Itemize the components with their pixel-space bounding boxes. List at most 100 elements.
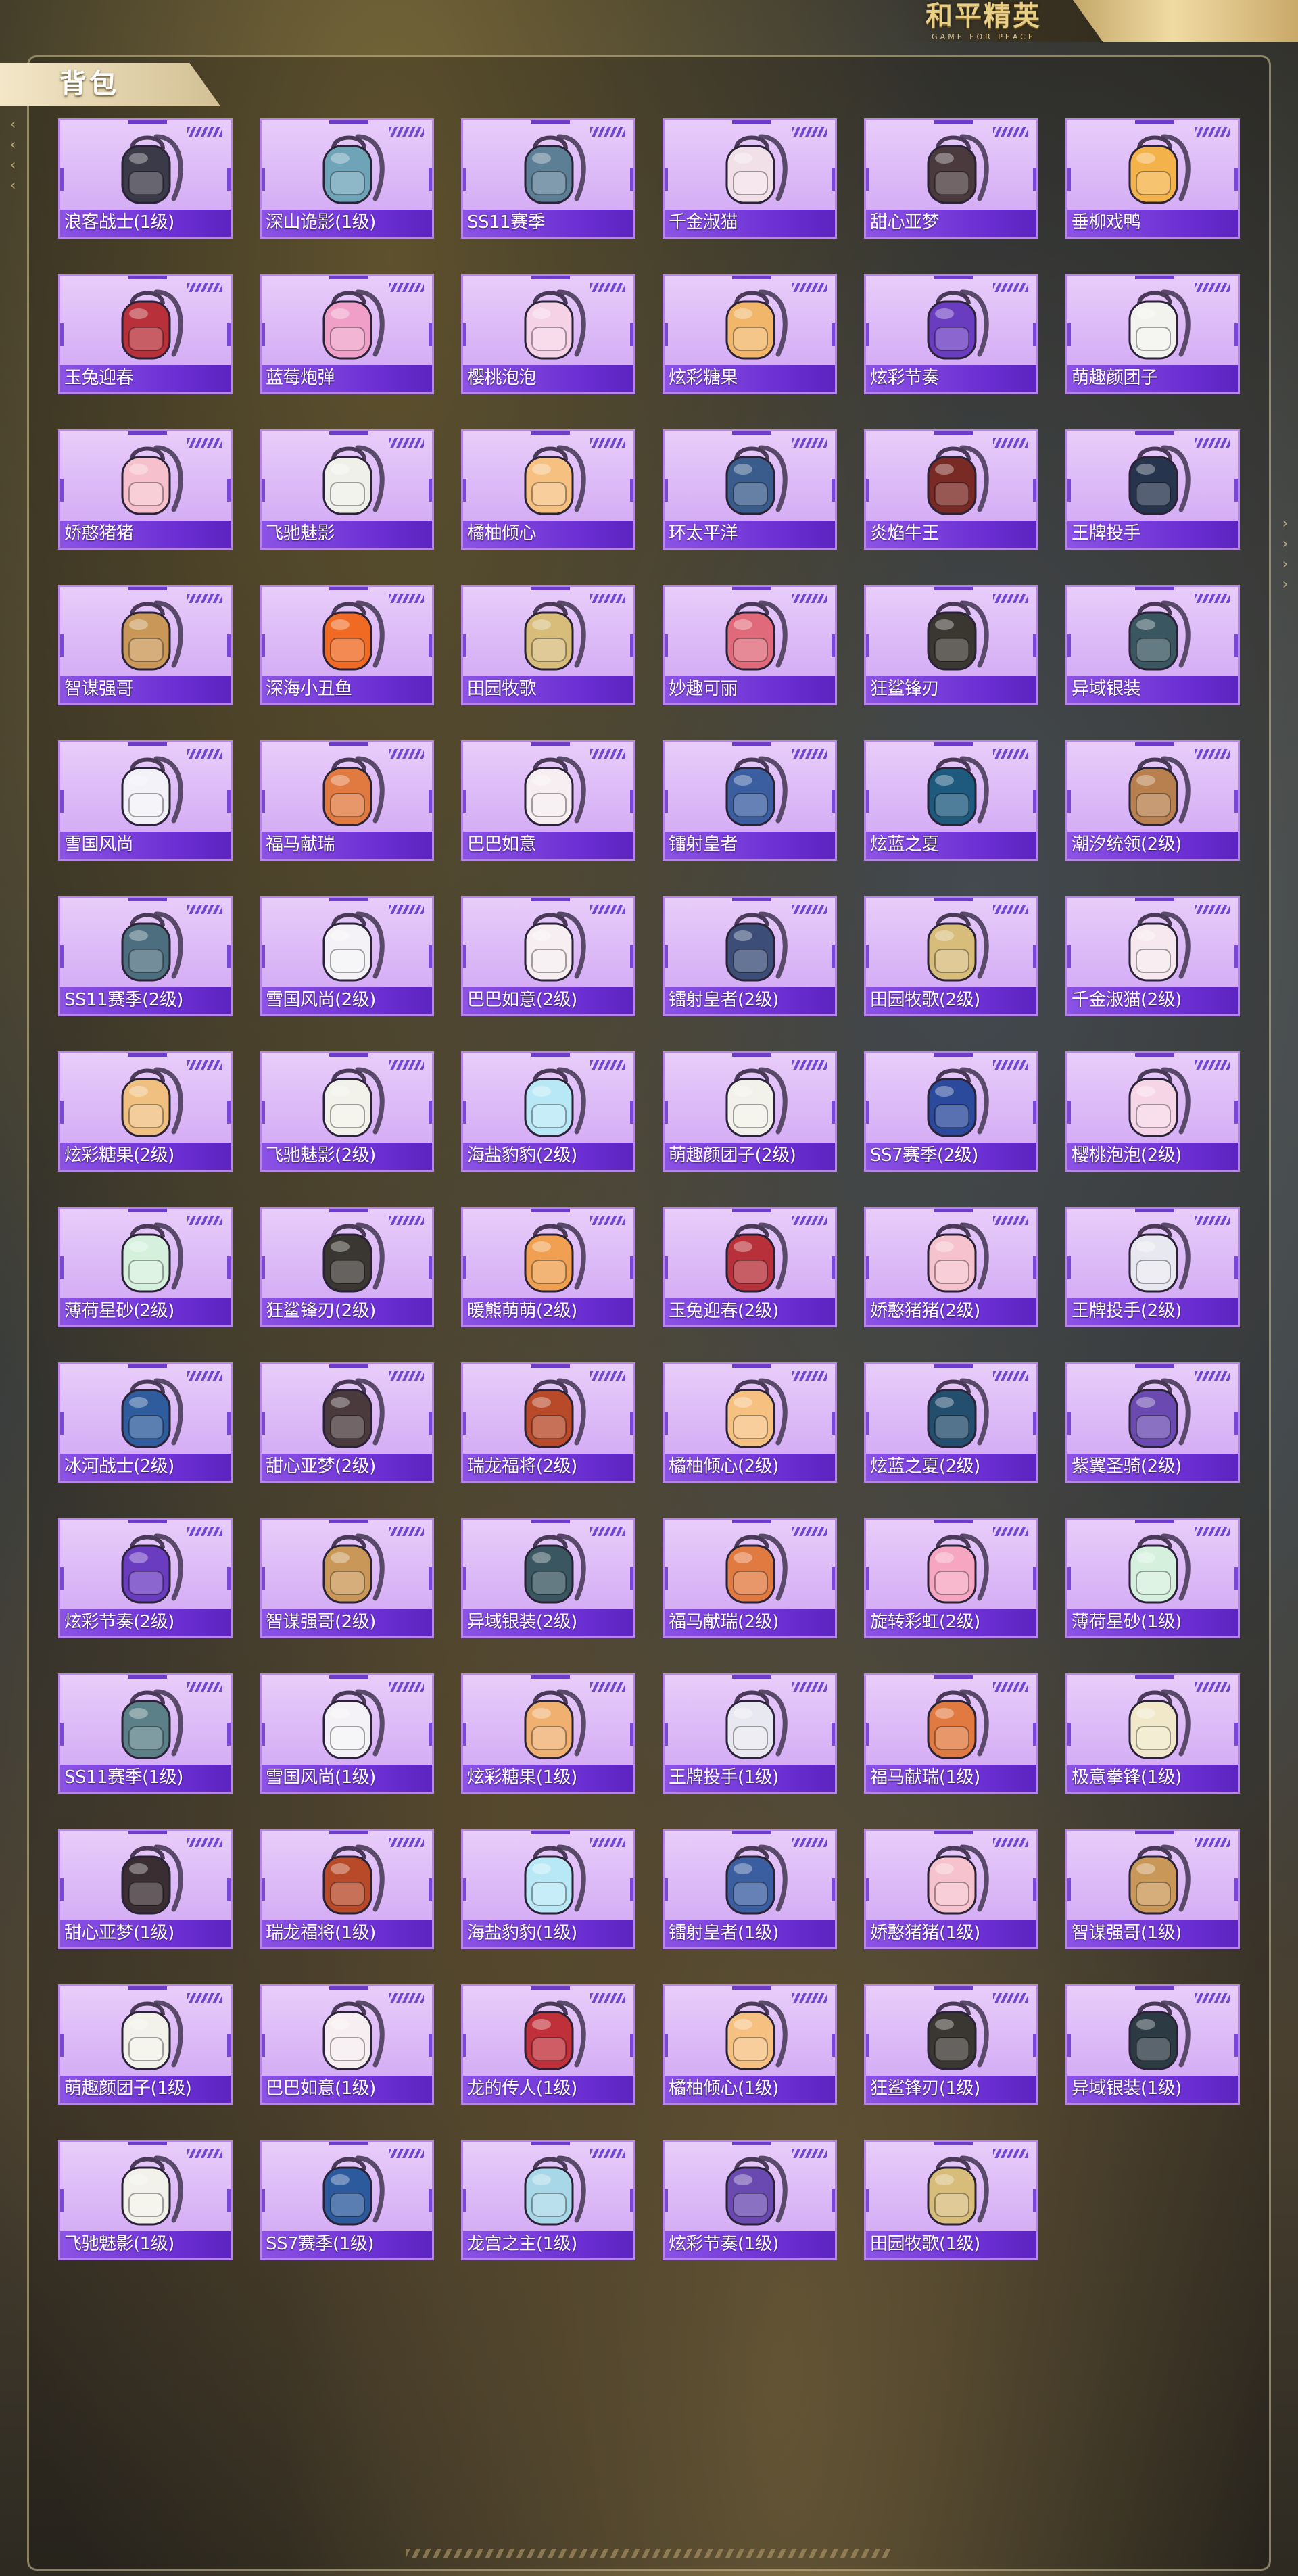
backpack-card[interactable]: 飞驰魅影(1级) [58,2140,233,2260]
backpack-card[interactable]: 智谋强哥 [58,585,233,705]
backpack-card[interactable]: 环太平洋 [663,429,837,550]
backpack-card[interactable]: 冰河战士(2级) [58,1362,233,1483]
backpack-card[interactable]: 炫蓝之夏 [864,740,1038,861]
backpack-card[interactable]: 智谋强哥(2级) [260,1518,434,1638]
backpack-card[interactable]: 垂柳戏鸭 [1065,118,1240,239]
backpack-card[interactable]: 田园牧歌 [461,585,635,705]
backpack-card[interactable]: 蓝莓炮弹 [260,274,434,394]
backpack-card[interactable]: 雪国风尚(2级) [260,896,434,1016]
backpack-card[interactable]: 福马献瑞(2级) [663,1518,837,1638]
backpack-card[interactable]: 萌趣颜团子(1级) [58,1984,233,2105]
backpack-card[interactable]: 海盐豹豹(2级) [461,1051,635,1172]
backpack-icon [1128,1067,1191,1137]
backpack-card[interactable]: 娇憨猪猪(1级) [864,1829,1038,1949]
backpack-card[interactable]: 异域银装 [1065,585,1240,705]
backpack-card[interactable]: 萌趣颜团子(2级) [663,1051,837,1172]
backpack-card[interactable]: 智谋强哥(1级) [1065,1829,1240,1949]
backpack-card[interactable]: 薄荷星砂(2级) [58,1207,233,1327]
backpack-card[interactable]: 狂鲨锋刃 [864,585,1038,705]
backpack-card[interactable]: 异域银装(2级) [461,1518,635,1638]
backpack-card[interactable]: 橘柚倾心(1级) [663,1984,837,2105]
backpack-card[interactable]: 异域银装(1级) [1065,1984,1240,2105]
backpack-card[interactable]: 樱桃泡泡(2级) [1065,1051,1240,1172]
backpack-card[interactable]: 娇憨猪猪(2级) [864,1207,1038,1327]
backpack-card[interactable]: 炫彩节奏(2级) [58,1518,233,1638]
backpack-card[interactable]: 镭射皇者(1级) [663,1829,837,1949]
backpack-card[interactable]: 玉兔迎春(2级) [663,1207,837,1327]
backpack-card[interactable]: 薄荷星砂(1级) [1065,1518,1240,1638]
backpack-card[interactable]: 千金淑猫(2级) [1065,896,1240,1016]
backpack-card[interactable]: 狂鲨锋刃(1级) [864,1984,1038,2105]
backpack-card[interactable]: 萌趣颜团子 [1065,274,1240,394]
backpack-card[interactable]: 镭射皇者(2级) [663,896,837,1016]
backpack-card[interactable]: 潮汐统领(2级) [1065,740,1240,861]
backpack-name: 甜心亚梦(2级) [266,1456,376,1477]
backpack-card[interactable]: 炫蓝之夏(2级) [864,1362,1038,1483]
backpack-card[interactable]: 巴巴如意(1级) [260,1984,434,2105]
backpack-card[interactable]: SS11赛季(1级) [58,1673,233,1794]
card-notch-right [429,945,432,968]
backpack-card[interactable]: 龙的传人(1级) [461,1984,635,2105]
backpack-card[interactable]: 田园牧歌(2级) [864,896,1038,1016]
backpack-card[interactable]: 瑞龙福将(2级) [461,1362,635,1483]
backpack-card[interactable]: 深海小丑鱼 [260,585,434,705]
backpack-card[interactable]: 王牌投手 [1065,429,1240,550]
backpack-card[interactable]: 千金淑猫 [663,118,837,239]
backpack-card[interactable]: 妙趣可丽 [663,585,837,705]
backpack-card[interactable]: 深山诡影(1级) [260,118,434,239]
backpack-icon [725,134,788,204]
rank-stripes-icon [993,905,1028,914]
backpack-card[interactable]: 甜心亚梦(2级) [260,1362,434,1483]
backpack-card[interactable]: 浪客战士(1级) [58,118,233,239]
card-notch-left [1067,1256,1071,1279]
backpack-card[interactable]: 樱桃泡泡 [461,274,635,394]
backpack-card[interactable]: SS7赛季(1级) [260,2140,434,2260]
rank-stripes-icon [792,283,827,292]
backpack-icon [725,1844,788,1915]
backpack-card[interactable]: 炫彩节奏(1级) [663,2140,837,2260]
backpack-card[interactable]: 雪国风尚(1级) [260,1673,434,1794]
card-notch-left [463,1412,466,1435]
backpack-card[interactable]: 田园牧歌(1级) [864,2140,1038,2260]
backpack-card[interactable]: 王牌投手(1级) [663,1673,837,1794]
backpack-card[interactable]: 福马献瑞 [260,740,434,861]
backpack-card[interactable]: 炫彩糖果(1级) [461,1673,635,1794]
backpack-card[interactable]: 飞驰魅影 [260,429,434,550]
backpack-card[interactable]: 巴巴如意 [461,740,635,861]
backpack-card[interactable]: 福马献瑞(1级) [864,1673,1038,1794]
backpack-card[interactable]: 巴巴如意(2级) [461,896,635,1016]
card-notch-left [866,168,869,191]
card-notch-right [630,634,633,657]
backpack-name: 福马献瑞(2级) [669,1612,779,1632]
backpack-card[interactable]: 甜心亚梦 [864,118,1038,239]
backpack-card[interactable]: 炫彩糖果(2级) [58,1051,233,1172]
backpack-card[interactable]: 暖熊萌萌(2级) [461,1207,635,1327]
backpack-card[interactable]: 极意拳锋(1级) [1065,1673,1240,1794]
backpack-card[interactable]: 炎焰牛王 [864,429,1038,550]
backpack-icon [1128,911,1191,982]
backpack-card[interactable]: 炫彩糖果 [663,274,837,394]
backpack-card[interactable]: 玉兔迎春 [58,274,233,394]
backpack-card[interactable]: 镭射皇者 [663,740,837,861]
card-notch-left [1067,1878,1071,1901]
backpack-card[interactable]: 瑞龙福将(1级) [260,1829,434,1949]
backpack-name: SS11赛季(1级) [64,1767,183,1788]
backpack-card[interactable]: SS11赛季 [461,118,635,239]
backpack-card[interactable]: 龙宫之主(1级) [461,2140,635,2260]
backpack-card[interactable]: 橘柚倾心 [461,429,635,550]
backpack-card[interactable]: 王牌投手(2级) [1065,1207,1240,1327]
backpack-card[interactable]: 海盐豹豹(1级) [461,1829,635,1949]
card-notch-left [262,1412,265,1435]
backpack-card[interactable]: SS7赛季(2级) [864,1051,1038,1172]
backpack-card[interactable]: 旋转彩虹(2级) [864,1518,1038,1638]
backpack-card[interactable]: 橘柚倾心(2级) [663,1362,837,1483]
backpack-card[interactable]: 甜心亚梦(1级) [58,1829,233,1949]
backpack-card[interactable]: 飞驰魅影(2级) [260,1051,434,1172]
backpack-card[interactable]: 娇憨猪猪 [58,429,233,550]
backpack-card[interactable]: SS11赛季(2级) [58,896,233,1016]
backpack-card[interactable]: 紫翼圣骑(2级) [1065,1362,1240,1483]
rank-stripes-icon [590,1993,625,2003]
backpack-card[interactable]: 狂鲨锋刃(2级) [260,1207,434,1327]
backpack-card[interactable]: 雪国风尚 [58,740,233,861]
backpack-card[interactable]: 炫彩节奏 [864,274,1038,394]
